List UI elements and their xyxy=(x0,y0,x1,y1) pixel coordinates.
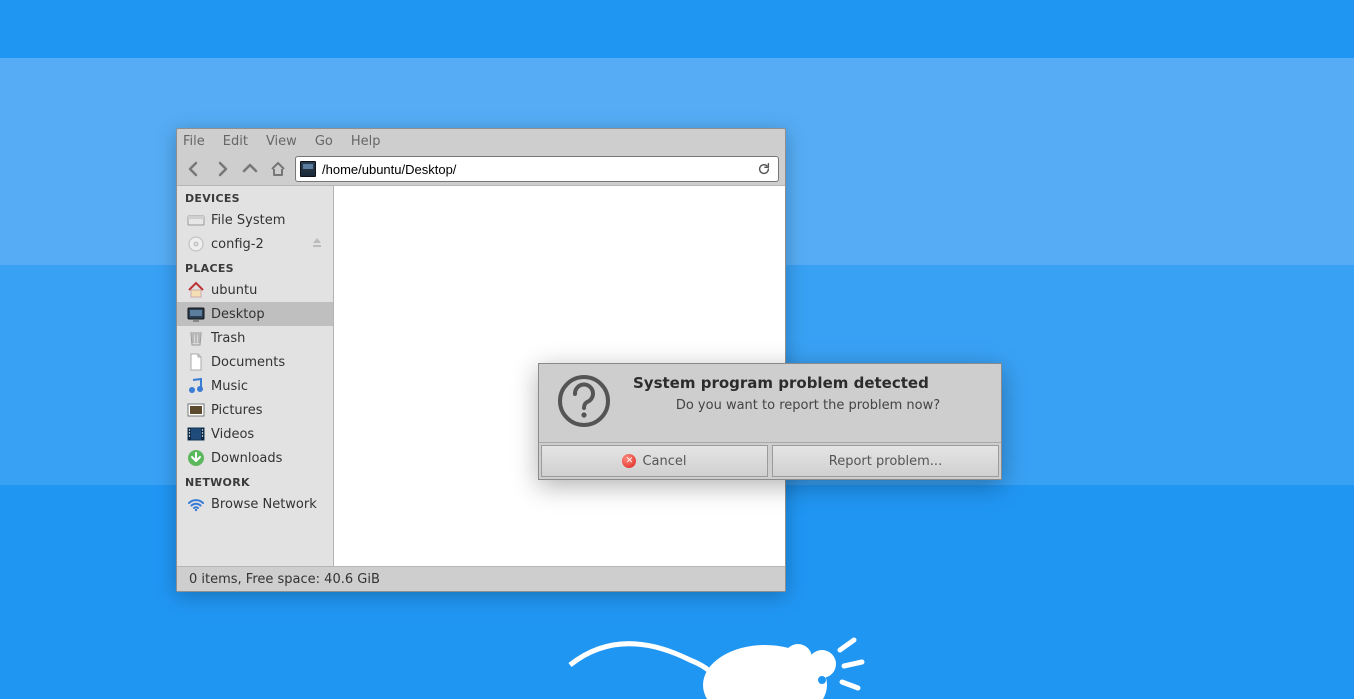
music-icon xyxy=(187,377,205,395)
sidebar-item-pictures[interactable]: Pictures xyxy=(177,398,333,422)
cancel-label: Cancel xyxy=(642,454,686,469)
sidebar-item-label: Videos xyxy=(211,427,254,442)
eject-icon[interactable] xyxy=(311,236,323,252)
sidebar-item-downloads[interactable]: Downloads xyxy=(177,446,333,470)
sidebar-item-music[interactable]: Music xyxy=(177,374,333,398)
sidebar-item-trash[interactable]: Trash xyxy=(177,326,333,350)
sidebar-item-filesystem[interactable]: File System xyxy=(177,208,333,232)
sidebar-item-label: Documents xyxy=(211,355,285,370)
menu-go[interactable]: Go xyxy=(315,134,333,149)
menu-edit[interactable]: Edit xyxy=(223,134,248,149)
path-bar xyxy=(295,156,779,182)
sidebar-item-label: ubuntu xyxy=(211,283,257,298)
section-devices: DEVICES xyxy=(177,186,333,208)
sidebar-item-config2[interactable]: config-2 xyxy=(177,232,333,256)
sidebar-item-label: config-2 xyxy=(211,237,264,252)
question-icon xyxy=(557,374,611,428)
menu-file[interactable]: File xyxy=(183,134,205,149)
report-button[interactable]: Report problem... xyxy=(772,445,999,477)
video-icon xyxy=(187,425,205,443)
sidebar-item-label: Music xyxy=(211,379,248,394)
sidebar: DEVICES File System config-2 PLACES ubun… xyxy=(177,186,334,566)
home-icon xyxy=(187,281,205,299)
menu-view[interactable]: View xyxy=(266,134,297,149)
sidebar-item-label: Trash xyxy=(211,331,245,346)
drive-icon xyxy=(187,211,205,229)
sidebar-item-label: Desktop xyxy=(211,307,265,322)
document-icon xyxy=(187,353,205,371)
location-icon xyxy=(300,161,316,177)
sidebar-item-label: Downloads xyxy=(211,451,282,466)
sidebar-item-videos[interactable]: Videos xyxy=(177,422,333,446)
problem-dialog: System program problem detected Do you w… xyxy=(538,363,1002,480)
report-label: Report problem... xyxy=(829,454,942,469)
sidebar-item-desktop[interactable]: Desktop xyxy=(177,302,333,326)
forward-button[interactable] xyxy=(211,158,233,180)
status-text: 0 items, Free space: 40.6 GiB xyxy=(189,572,380,587)
sidebar-item-documents[interactable]: Documents xyxy=(177,350,333,374)
status-bar: 0 items, Free space: 40.6 GiB xyxy=(177,566,785,591)
desktop-icon xyxy=(187,305,205,323)
dialog-button-row: ✕ Cancel Report problem... xyxy=(539,442,1001,479)
sidebar-item-label: Browse Network xyxy=(211,497,317,512)
home-button[interactable] xyxy=(267,158,289,180)
up-button[interactable] xyxy=(239,158,261,180)
menubar: File Edit View Go Help xyxy=(177,129,785,153)
sidebar-item-browse-network[interactable]: Browse Network xyxy=(177,492,333,516)
file-manager-window: File Edit View Go Help DEVICES xyxy=(176,128,786,592)
toolbar xyxy=(177,153,785,185)
refresh-button[interactable] xyxy=(754,159,774,179)
wifi-icon xyxy=(187,495,205,513)
download-icon xyxy=(187,449,205,467)
desktop: File Edit View Go Help DEVICES xyxy=(0,0,1354,699)
dialog-title: System program problem detected xyxy=(633,374,983,392)
trash-icon xyxy=(187,329,205,347)
pictures-icon xyxy=(187,401,205,419)
close-icon: ✕ xyxy=(622,454,636,468)
disc-icon xyxy=(187,235,205,253)
menu-help[interactable]: Help xyxy=(351,134,381,149)
path-input[interactable] xyxy=(320,161,750,178)
cancel-button[interactable]: ✕ Cancel xyxy=(541,445,768,477)
section-places: PLACES xyxy=(177,256,333,278)
dialog-message: Do you want to report the problem now? xyxy=(633,398,983,413)
sidebar-item-ubuntu[interactable]: ubuntu xyxy=(177,278,333,302)
sidebar-item-label: File System xyxy=(211,213,285,228)
sidebar-item-label: Pictures xyxy=(211,403,262,418)
wallpaper-mouse-icon xyxy=(560,610,880,699)
section-network: NETWORK xyxy=(177,470,333,492)
back-button[interactable] xyxy=(183,158,205,180)
